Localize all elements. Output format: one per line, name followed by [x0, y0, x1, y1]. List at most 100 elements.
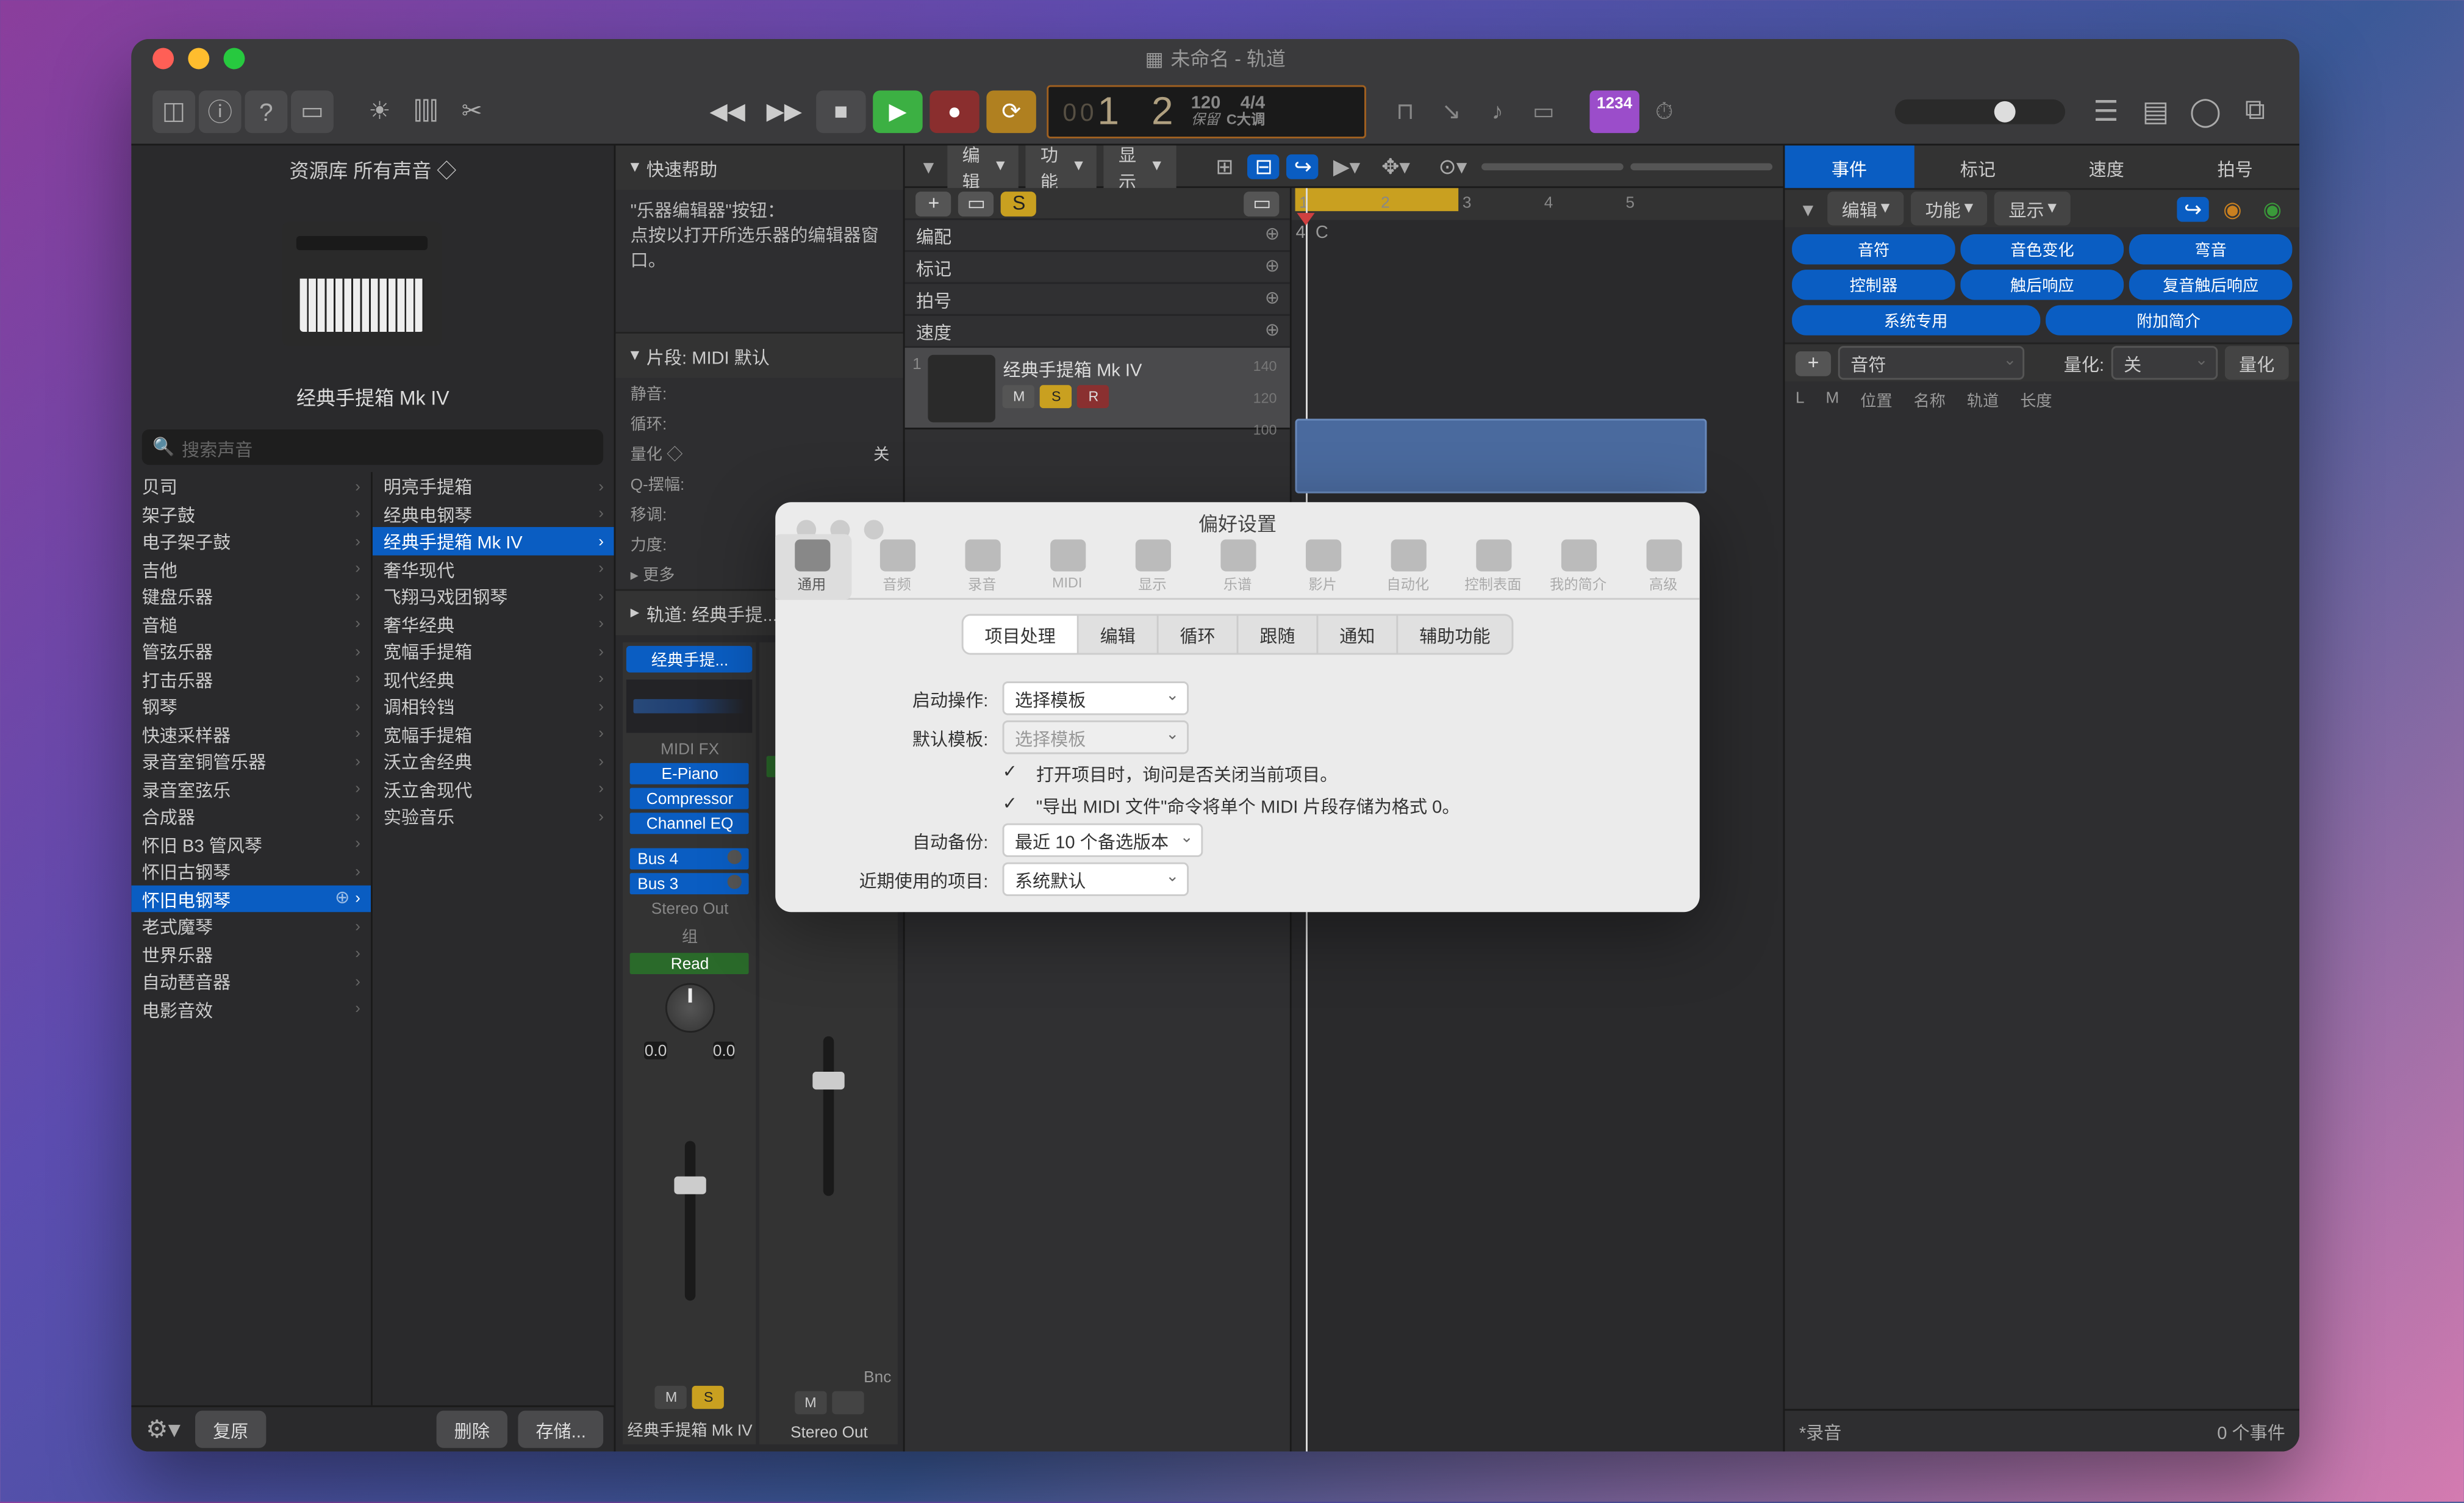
master-volume-slider[interactable]: [1895, 98, 2065, 123]
cycle-region[interactable]: [1295, 188, 1459, 211]
event-tab[interactable]: 事件: [1785, 146, 1914, 188]
inspector-row[interactable]: Q-摆幅:: [616, 468, 903, 498]
count-in-badge[interactable]: 1234: [1589, 90, 1639, 132]
save-button[interactable]: 存储...: [518, 1411, 604, 1448]
event-filter-chip[interactable]: 音符: [1792, 234, 1955, 264]
list-item[interactable]: 录音室弦乐›: [131, 775, 371, 802]
list-item[interactable]: 电影音效›: [131, 994, 371, 1022]
ruler[interactable]: [1292, 188, 1783, 220]
list-item[interactable]: 架子鼓›: [131, 500, 371, 527]
list-item[interactable]: 电子架子鼓›: [131, 527, 371, 554]
list-item[interactable]: 世界乐器›: [131, 939, 371, 967]
global-track-row[interactable]: 编配⊕: [905, 220, 1290, 252]
channel-strip[interactable]: 经典手提...MIDI FXE-PianoCompressorChannel E…: [623, 642, 756, 1444]
pref-tab-icon[interactable]: 影片: [1284, 534, 1362, 600]
solo-icon[interactable]: ▭: [1522, 90, 1565, 132]
region-header[interactable]: ▾ 片段: MIDI 默认: [616, 334, 903, 378]
help-icon[interactable]: ?: [245, 90, 287, 132]
ev-link-icon[interactable]: ▾: [1796, 196, 1821, 221]
lcd-display[interactable]: 00 1 2 1204/4保留C大调: [1047, 84, 1366, 137]
snap-menu[interactable]: ⊙▾: [1431, 154, 1474, 179]
pref-tab-icon[interactable]: 高级: [1624, 534, 1700, 600]
event-filter-chip[interactable]: 系统专用: [1792, 305, 2040, 335]
tuner-icon[interactable]: ♪: [1476, 90, 1519, 132]
mixer-icon[interactable]: ⫿⫿⫿: [404, 90, 447, 132]
pref-subtab[interactable]: 辅助功能: [1398, 615, 1511, 653]
delete-button[interactable]: 删除: [437, 1411, 507, 1448]
solo-header-button[interactable]: S: [1001, 191, 1037, 216]
library-header[interactable]: 资源库 所有声音 ◇: [131, 146, 614, 195]
global-track-row[interactable]: 拍号⊕: [905, 284, 1290, 315]
smart-controls-icon[interactable]: ☀: [359, 90, 401, 132]
metronome-icon[interactable]: ⏱: [1643, 90, 1686, 132]
library-toggle-icon[interactable]: ◫: [152, 90, 195, 132]
cycle-button[interactable]: ⟳: [986, 90, 1036, 132]
checkbox-midi-format[interactable]: [1003, 795, 1022, 814]
link-icon[interactable]: ⊟: [1248, 154, 1280, 179]
zoom-v-slider[interactable]: [1630, 162, 1772, 170]
list-item[interactable]: 沃立舍经典›: [373, 747, 614, 775]
list-item[interactable]: 宽幅手提箱›: [373, 637, 614, 664]
pointer-tool-icon[interactable]: ▶▾: [1326, 154, 1367, 179]
pref-subtab[interactable]: 项目处理: [964, 615, 1079, 653]
event-filter-chip[interactable]: 复音触后响应: [2129, 270, 2293, 300]
minimize-icon[interactable]: [188, 48, 209, 70]
list-item[interactable]: 沃立舍现代›: [373, 775, 614, 802]
list-item[interactable]: 音槌›: [131, 609, 371, 637]
ev-edit-menu[interactable]: 编辑 ▾: [1827, 192, 1904, 225]
list-item[interactable]: 管弦乐器›: [131, 637, 371, 664]
pref-tab-icon[interactable]: 录音: [943, 534, 1021, 600]
list-item[interactable]: 飞翔马戏团钢琴›: [373, 582, 614, 609]
pref-tab-icon[interactable]: 音频: [858, 534, 936, 600]
list-item[interactable]: 怀旧 B3 管风琴›: [131, 830, 371, 857]
backup-select[interactable]: 最近 10 个备选版本: [1003, 823, 1203, 857]
ev-kind-select[interactable]: 音符: [1838, 346, 2024, 379]
ev-filter-icon[interactable]: ↪: [2177, 196, 2209, 221]
add-track-button[interactable]: +: [916, 191, 951, 216]
quantize-button[interactable]: 量化: [2225, 346, 2289, 379]
list-item[interactable]: 奢华经典›: [373, 609, 614, 637]
checkbox-close-project[interactable]: [1003, 763, 1022, 783]
inspector-toggle-icon[interactable]: ⓘ: [199, 90, 242, 132]
browser-icon[interactable]: ⧉: [2232, 93, 2279, 129]
list-item[interactable]: 贝司›: [131, 472, 371, 500]
pref-tab-icon[interactable]: 控制表面: [1454, 534, 1532, 600]
revert-button[interactable]: 复原: [195, 1411, 266, 1448]
inspector-row[interactable]: 静音:: [616, 378, 903, 408]
pref-tab-icon[interactable]: 乐谱: [1198, 534, 1277, 600]
list-item[interactable]: 录音室铜管乐器›: [131, 747, 371, 775]
forward-button[interactable]: ▶▶: [759, 90, 809, 132]
event-filter-chip[interactable]: 弯音: [2129, 234, 2293, 264]
list-item[interactable]: 奢华现代›: [373, 554, 614, 582]
duplicate-track-button[interactable]: ▭: [959, 191, 994, 216]
list-item[interactable]: 实验音乐›: [373, 802, 614, 830]
close-icon[interactable]: [152, 48, 174, 70]
global-track-row[interactable]: 标记⊕: [905, 252, 1290, 284]
event-tab[interactable]: 拍号: [2171, 146, 2299, 188]
replace-icon[interactable]: ⊓: [1384, 90, 1427, 132]
track-header-1[interactable]: 1 经典手提箱 Mk IV MSR: [905, 348, 1290, 429]
loops-browser-icon[interactable]: ◯: [2182, 93, 2229, 129]
pref-tab-icon[interactable]: 显示: [1113, 534, 1191, 600]
pref-tab-icon[interactable]: 我的简介: [1539, 534, 1617, 600]
list-item[interactable]: 明亮手提箱›: [373, 472, 614, 500]
list-item[interactable]: 调相铃铛›: [373, 692, 614, 720]
list-item[interactable]: 钢琴›: [131, 692, 371, 720]
stop-button[interactable]: ■: [816, 90, 865, 132]
notepad-icon[interactable]: ▤: [2133, 93, 2179, 129]
pref-tab-icon[interactable]: 通用: [775, 534, 851, 600]
inspector-row[interactable]: 量化 ◇关: [616, 439, 903, 468]
list-item[interactable]: 打击乐器›: [131, 664, 371, 692]
volume-fader[interactable]: [684, 1141, 695, 1300]
rewind-button[interactable]: ◀◀: [703, 90, 752, 132]
list-item[interactable]: 宽幅手提箱›: [373, 720, 614, 747]
grid-icon[interactable]: ⊞: [1209, 154, 1241, 179]
marquee-tool-icon[interactable]: ✥▾: [1375, 154, 1417, 179]
catch-icon[interactable]: ▾: [916, 154, 941, 179]
pref-tab-icon[interactable]: MIDI: [1028, 534, 1106, 600]
autopunch-icon[interactable]: ↘: [1430, 90, 1473, 132]
record-button[interactable]: ●: [929, 90, 979, 132]
ev-quant-select[interactable]: 关: [2111, 346, 2218, 379]
list-item[interactable]: 现代经典›: [373, 664, 614, 692]
event-filter-chip[interactable]: 触后响应: [1961, 270, 2124, 300]
